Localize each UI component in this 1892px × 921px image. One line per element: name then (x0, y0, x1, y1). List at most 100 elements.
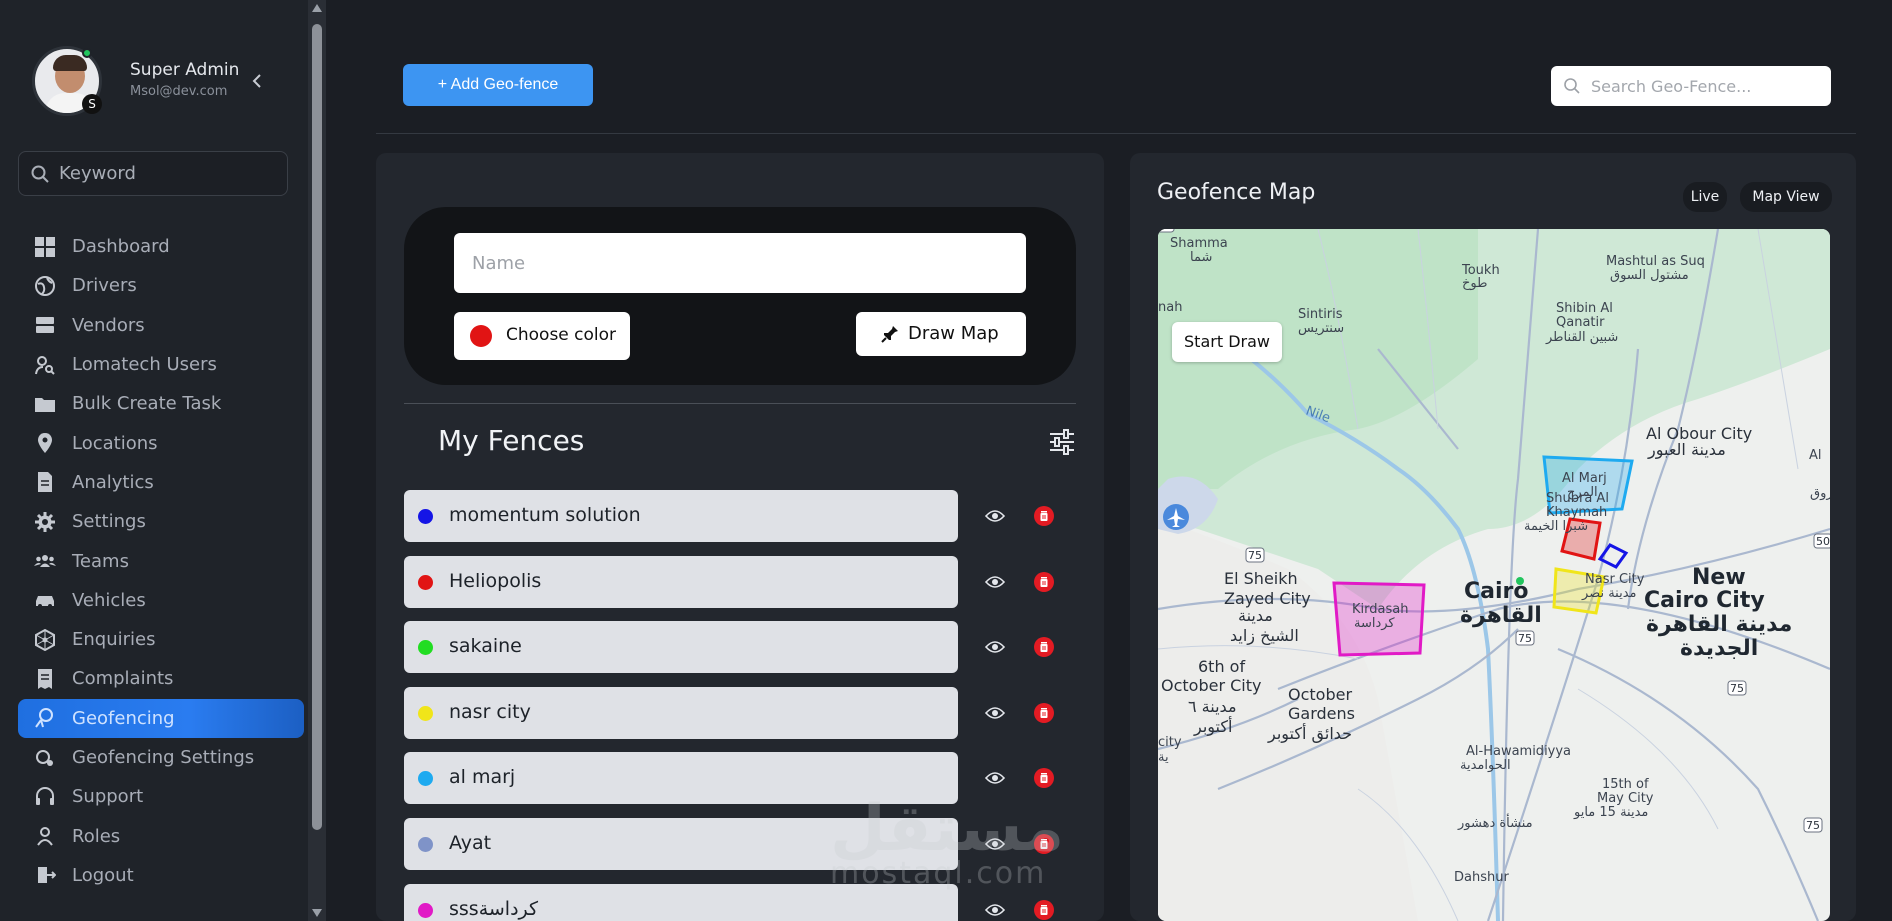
scroll-up-arrow-icon[interactable] (312, 4, 322, 12)
sidebar-item-geofencing[interactable]: Geofencing (18, 698, 304, 738)
sidebar-item-vehicles[interactable]: Vehicles (18, 581, 304, 620)
sidebar-item-vendors[interactable]: Vendors (18, 306, 304, 345)
sidebar-item-label: Settings (72, 511, 146, 533)
sidebar-item-label: Complaints (72, 668, 174, 690)
sidebar-search-input[interactable]: Keyword (18, 151, 288, 196)
map-label: Gardens (1288, 704, 1355, 723)
view-fence-eye-icon[interactable] (985, 640, 1005, 654)
sidebar-item-geofencing-settings[interactable]: Geofencing Settings (18, 738, 304, 777)
sidebar-item-label: Geofencing (72, 707, 175, 729)
map-label: مدينة 15 مايو (1573, 805, 1648, 820)
map-label: Al-Hawamidiyya (1466, 744, 1571, 759)
chevron-left-icon[interactable] (250, 72, 264, 90)
sidebar-scrollbar[interactable] (308, 0, 326, 921)
delete-fence-trash-icon[interactable] (1034, 703, 1054, 723)
fence-color-dot (418, 706, 433, 721)
map-label: 75 (1806, 819, 1820, 832)
delete-fence-trash-icon[interactable] (1034, 506, 1054, 526)
fence-row[interactable]: momentum solution (404, 490, 958, 542)
fence-row[interactable]: Heliopolis (404, 556, 958, 608)
view-fence-eye-icon[interactable] (985, 509, 1005, 523)
delete-fence-trash-icon[interactable] (1034, 572, 1054, 592)
map-view-button[interactable]: Map View (1740, 182, 1832, 212)
map-label: مشتول السوق (1610, 268, 1689, 283)
fence-color-dot (418, 837, 433, 852)
sidebar-item-drivers[interactable]: Drivers (18, 266, 304, 305)
sidebar-item-dashboard[interactable]: Dashboard (18, 227, 304, 266)
sidebar-item-roles[interactable]: Roles (18, 816, 304, 855)
map-label: October (1288, 685, 1352, 704)
sidebar: S Super Admin Msol@dev.com Keyword Dashb… (0, 0, 310, 921)
map-label: Kirdasah (1352, 602, 1408, 617)
geofence-settings-icon (34, 747, 56, 769)
sidebar-item-teams[interactable]: Teams (18, 541, 304, 580)
fence-row[interactable]: sakaine (404, 621, 958, 673)
view-fence-eye-icon[interactable] (985, 903, 1005, 917)
sidebar-item-label: Locations (72, 432, 158, 454)
view-fence-eye-icon[interactable] (985, 575, 1005, 589)
fence-name: Heliopolis (449, 570, 542, 592)
map-label: أكتوبر (1193, 716, 1232, 737)
map-label: Shibin Al (1556, 301, 1613, 316)
sidebar-item-label: Teams (72, 550, 129, 572)
sidebar-item-logout[interactable]: Logout (18, 856, 304, 895)
geofence-icon (34, 707, 56, 729)
scroll-down-arrow-icon[interactable] (312, 909, 322, 917)
map-label: القاهرة (1460, 603, 1542, 628)
start-draw-button[interactable]: Start Draw (1172, 322, 1282, 362)
fence-name: al marj (449, 766, 516, 788)
online-status-icon (82, 48, 92, 58)
map-label: Nasr City (1585, 572, 1645, 587)
fence-color-dot (418, 771, 433, 786)
map-label: الجديدة (1680, 636, 1758, 661)
sidebar-item-bulk-create-task[interactable]: Bulk Create Task (18, 384, 304, 423)
map-label: Cairo (1464, 579, 1529, 604)
sidebar-item-complaints[interactable]: Complaints (18, 659, 304, 698)
map-label: مدينة العبور (1647, 440, 1726, 460)
fences-title: My Fences (438, 424, 585, 457)
add-geofence-button[interactable]: + Add Geo-fence (403, 64, 593, 106)
map-label: Qanatir (1556, 315, 1605, 330)
sidebar-item-support[interactable]: Support (18, 777, 304, 816)
map-label: October City (1161, 676, 1261, 695)
view-fence-eye-icon[interactable] (985, 771, 1005, 785)
map-label: مدينة (1238, 606, 1273, 625)
geofence-search-input[interactable] (1591, 66, 1821, 106)
delete-fence-trash-icon[interactable] (1034, 900, 1054, 920)
map-label: روق (1810, 486, 1830, 501)
sidebar-item-analytics[interactable]: Analytics (18, 463, 304, 502)
view-fence-eye-icon[interactable] (985, 706, 1005, 720)
document-icon (34, 471, 56, 493)
fence-name-input[interactable] (454, 233, 1026, 293)
watermark-logo: مستقل mostaql.com (830, 792, 1064, 892)
live-button[interactable]: Live (1683, 182, 1727, 212)
fence-color-dot (418, 509, 433, 524)
profile-email: Msol@dev.com (130, 84, 228, 99)
search-icon (31, 165, 49, 183)
map-label: El Sheikh (1224, 569, 1298, 588)
map-label: مدينة ٦ (1188, 697, 1237, 716)
sidebar-item-label: Geofencing Settings (72, 747, 255, 768)
map-label: 75 (1730, 682, 1744, 695)
filter-sliders-icon[interactable] (1048, 428, 1076, 456)
choose-color-button[interactable]: Choose color (454, 312, 630, 360)
map-label: مدينة نصر (1581, 586, 1637, 601)
fence-name: momentum solution (449, 504, 641, 526)
sidebar-item-enquiries[interactable]: Enquiries (18, 620, 304, 659)
sidebar-item-locations[interactable]: Locations (18, 423, 304, 462)
airport-icon (1163, 504, 1189, 530)
geofence-search[interactable] (1551, 66, 1831, 106)
sidebar-item-label: Support (72, 786, 144, 808)
sidebar-item-lomatech-users[interactable]: Lomatech Users (18, 345, 304, 384)
scrollbar-thumb[interactable] (312, 24, 322, 830)
map-label: الحوامدية (1460, 758, 1511, 773)
draw-map-button[interactable]: Draw Map (856, 312, 1026, 356)
user-profile[interactable]: S Super Admin Msol@dev.com (32, 46, 282, 118)
selected-color-swatch (470, 325, 492, 347)
car-icon (34, 589, 56, 611)
fence-name: Ayat (449, 832, 492, 854)
delete-fence-trash-icon[interactable] (1034, 768, 1054, 788)
delete-fence-trash-icon[interactable] (1034, 637, 1054, 657)
fence-row[interactable]: nasr city (404, 687, 958, 739)
sidebar-item-settings[interactable]: Settings (18, 502, 304, 541)
